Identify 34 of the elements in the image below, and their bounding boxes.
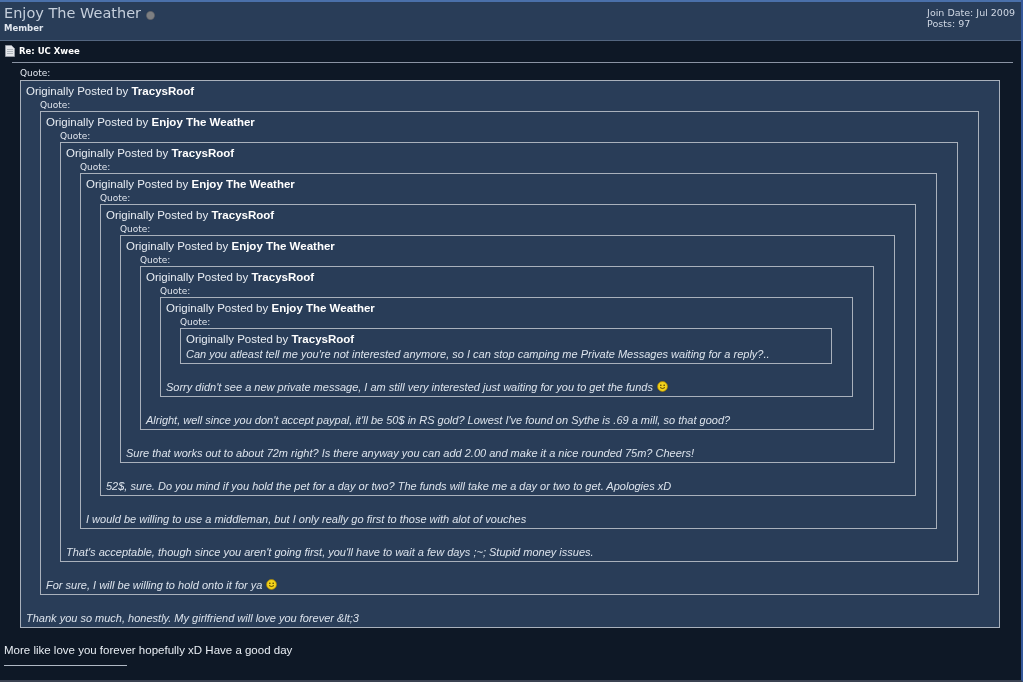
quote-attribution: Originally Posted by TracysRoof <box>146 270 315 285</box>
quote-label: Quote: <box>20 67 51 80</box>
quote-message: 52$, sure. Do you mind if you hold the pet for a day or two? The funds will take me a day or two to get. Apologies xD <box>106 478 672 493</box>
post-message: More like love you forever hopefully xD Have a good day <box>3 642 294 657</box>
quote-attribution: Originally Posted by TracysRoof <box>26 84 195 99</box>
document-icon <box>5 44 15 57</box>
quote-label: Quote: <box>160 284 191 297</box>
quote-message: Thank you so much, honestly. My girlfriend will love you forever &lt;3 <box>26 610 359 625</box>
user-title: Member <box>4 23 44 34</box>
quote-message: For sure, I will be willing to hold onto it for ya <box>46 577 263 592</box>
quote-attribution: Originally Posted by TracysRoof <box>106 208 275 223</box>
quote-label: Quote: <box>180 315 211 328</box>
quote-message: Sorry didn't see a new private message, I am still very interested just waiting for you to get the funds <box>166 379 653 394</box>
quote-attribution: Originally Posted by Enjoy The Weather <box>86 177 295 192</box>
quote-label: Quote: <box>80 160 111 173</box>
quote-attribution: Originally Posted by Enjoy The Weather <box>166 301 375 316</box>
post-count: Posts: 97 <box>927 18 972 29</box>
quote-label: Quote: <box>60 129 91 142</box>
quote-message: Can you atleast tell me you're not interested anymore, so I can stop camping me Private Messages waiting for a reply?.. <box>186 346 770 361</box>
quote-label: Quote: <box>120 222 151 235</box>
quote-attribution: Originally Posted by TracysRoof <box>186 332 355 347</box>
username[interactable]: Enjoy The Weather <box>4 4 142 23</box>
quote-attribution: Originally Posted by Enjoy The Weather <box>126 239 335 254</box>
join-date: Join Date: Jul 2009 <box>927 8 1015 19</box>
quote-message: Sure that works out to about 72m right? Is there anyway you can add 2.00 and make it a nice rounded 75m? Cheers! <box>126 445 695 460</box>
quote-attribution: Originally Posted by Enjoy The Weather <box>46 115 255 130</box>
quote-message: I would be willing to use a middleman, but I only really go first to those with alot of vouches <box>86 511 527 526</box>
post-title: Re: UC Xwee <box>19 45 80 56</box>
quote-message: That's acceptable, though since you aren't going first, you'll have to wait a few days ;~; Stupid money issues. <box>66 544 594 559</box>
quote-label: Quote: <box>100 191 131 204</box>
quote-label: Quote: <box>40 98 71 111</box>
quote-attribution: Originally Posted by TracysRoof <box>66 146 235 161</box>
quote-message: Alright, well since you don't accept paypal, it'll be 50$ in RS gold? Lowest I've found on Sythe is .69 a mill, so that good? <box>146 412 731 427</box>
quote-label: Quote: <box>140 253 171 266</box>
